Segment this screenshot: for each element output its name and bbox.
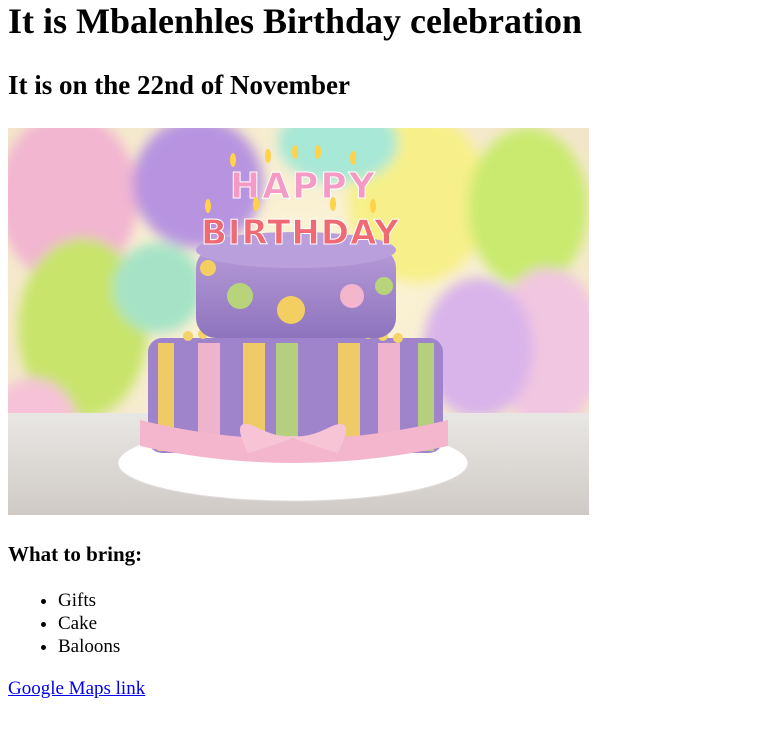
bring-list: Gifts Cake Baloons	[8, 589, 759, 658]
bring-heading: What to bring:	[8, 542, 143, 566]
page-title: It is Mbalenhles Birthday celebration	[8, 1, 582, 41]
cake-topper-line2: BIRTHDAY	[201, 213, 400, 253]
date-heading: It is on the 22nd of November	[8, 70, 350, 100]
google-maps-link[interactable]: Google Maps link	[8, 678, 145, 700]
bring-item-cake: Cake	[58, 612, 759, 635]
cake-topper-line1: HAPPY	[230, 166, 377, 207]
birthday-cake-photo: HAPPY BIRTHDAY	[8, 128, 589, 515]
bring-item-baloons: Baloons	[58, 635, 759, 658]
bring-item-gifts: Gifts	[58, 589, 759, 612]
